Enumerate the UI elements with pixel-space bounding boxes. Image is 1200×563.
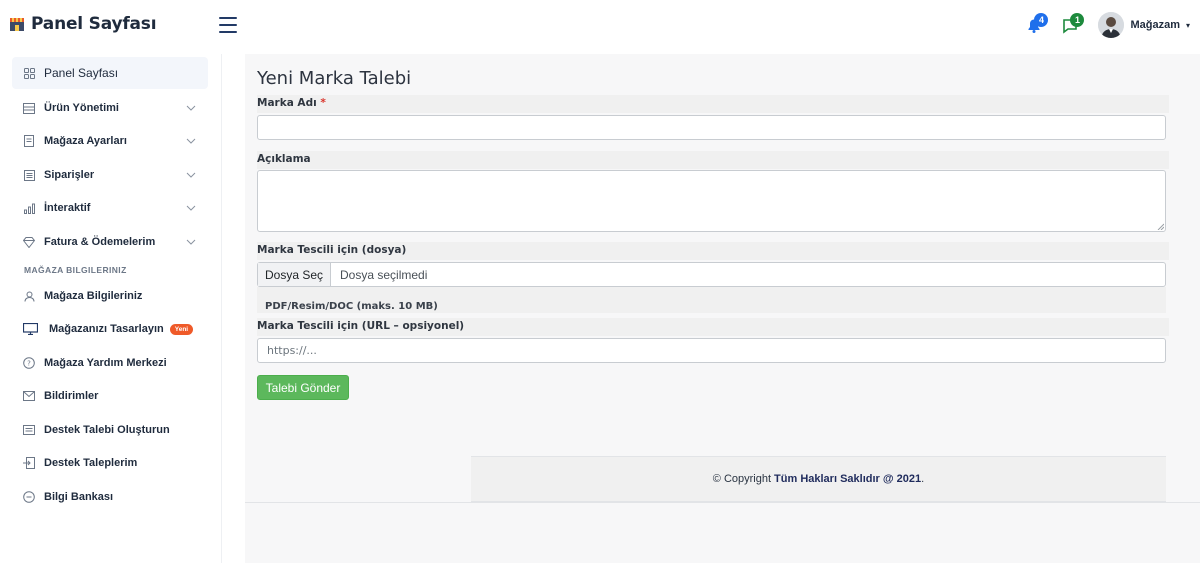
brand-name-label: Marka Adı * <box>257 95 1169 113</box>
svg-text:?: ? <box>27 360 31 368</box>
sidebar-item-label: Destek Taleplerim <box>44 457 138 469</box>
sidebar-item-interactive[interactable]: İnteraktif <box>12 192 208 224</box>
brand[interactable]: Panel Sayfası <box>9 14 157 34</box>
store-icon <box>10 18 24 31</box>
avatar <box>1098 12 1125 38</box>
sidebar-item-my-tickets[interactable]: Destek Taleplerim <box>12 447 208 479</box>
user-name: Mağazam <box>1130 19 1180 31</box>
chevron-down-icon <box>186 205 196 211</box>
monitor-icon <box>23 323 38 335</box>
sidebar-item-label: Mağaza Ayarları <box>44 135 127 147</box>
sidebar-item-label: Mağaza Yardım Merkezi <box>44 357 167 369</box>
brand-name-input[interactable] <box>257 115 1166 140</box>
notifications-count-badge: 4 <box>1034 13 1049 27</box>
sidebar-item-label: Mağazanızı Tasarlayın <box>49 323 164 335</box>
sidebar-item-label: Ürün Yönetimi <box>44 102 119 114</box>
page-title: Yeni Marka Talebi <box>257 68 412 89</box>
description-textarea[interactable] <box>257 170 1166 232</box>
sidebar-item-store-settings[interactable]: Mağaza Ayarları <box>12 125 208 157</box>
sidebar-item-store-info[interactable]: Mağaza Bilgileriniz <box>12 280 208 312</box>
sidebar-item-store-design[interactable]: Mağazanızı Tasarlayın Yeni <box>12 313 208 345</box>
sign-in-icon <box>23 457 35 469</box>
file-input[interactable]: Dosya Seç Dosya seçilmedi <box>257 262 1166 287</box>
choose-file-button[interactable]: Dosya Seç <box>258 263 331 286</box>
user-icon <box>23 290 35 302</box>
url-input[interactable]: https://... <box>257 338 1166 363</box>
mail-icon <box>23 390 35 402</box>
chevron-down-icon <box>186 138 196 144</box>
table-icon <box>23 102 35 114</box>
sidebar-item-label: Bilgi Bankası <box>44 491 114 503</box>
header-actions: 4 1 Mağazam ▾ <box>1026 12 1190 38</box>
top-bar: Panel Sayfası 4 1 Mağazam ▾ <box>0 0 1200 54</box>
sidebar-item-label: Destek Talebi Oluşturun <box>44 424 170 436</box>
sidebar-item-label: Bildirimler <box>44 390 99 402</box>
document-icon <box>23 135 35 147</box>
copyright-text: Tüm Hakları Saklıdır @ 2021 <box>774 473 922 485</box>
sidebar-item-label: İnteraktif <box>44 202 91 214</box>
sidebar-item-label: Panel Sayfası <box>44 66 119 80</box>
sidebar-item-orders[interactable]: Siparişler <box>12 159 208 191</box>
notifications-button[interactable]: 4 <box>1026 13 1049 36</box>
main-content: Yeni Marka Talebi Marka Adı * Açıklama M… <box>245 54 1200 563</box>
sidebar-item-create-ticket[interactable]: Destek Talebi Oluşturun <box>12 414 208 446</box>
url-label: Marka Tescili için (URL – opsiyonel) <box>257 318 1169 336</box>
sidebar-item-help-center[interactable]: ? Mağaza Yardım Merkezi <box>12 347 208 379</box>
new-badge: Yeni <box>169 323 194 335</box>
sidebar-item-label: Mağaza Bilgileriniz <box>44 290 143 302</box>
footer-divider <box>245 502 1200 503</box>
help-icon: ? <box>23 357 35 369</box>
bar-chart-icon <box>23 202 35 214</box>
description-label: Açıklama <box>257 151 1169 169</box>
chevron-down-icon <box>186 239 196 245</box>
required-marker: * <box>320 97 326 109</box>
resize-handle-icon[interactable] <box>1157 223 1164 230</box>
grid-icon <box>23 67 35 79</box>
copyright-prefix: © Copyright <box>712 473 772 485</box>
chevron-down-icon: ▾ <box>1185 20 1190 30</box>
submit-button[interactable]: Talebi Gönder <box>257 375 349 400</box>
list-icon <box>23 169 35 181</box>
file-status: Dosya seçilmedi <box>340 268 428 282</box>
sidebar-item-products[interactable]: Ürün Yönetimi <box>12 92 208 124</box>
minus-circle-icon <box>23 491 35 503</box>
sidebar-section-title: MAĞAZA BILGILERINIZ <box>24 265 127 275</box>
file-label: Marka Tescili için (dosya) <box>257 242 1169 260</box>
user-menu[interactable]: Mağazam ▾ <box>1098 12 1190 38</box>
diamond-icon <box>23 236 35 248</box>
chevron-down-icon <box>186 172 196 178</box>
sidebar-item-dashboard[interactable]: Panel Sayfası <box>12 57 208 89</box>
brand-name-label-text: Marka Adı <box>257 97 317 109</box>
messages-count-badge: 1 <box>1070 13 1085 27</box>
menu-toggle-button[interactable] <box>219 17 237 33</box>
sidebar-item-knowledge-base[interactable]: Bilgi Bankası <box>12 481 208 513</box>
sidebar-item-label: Siparişler <box>44 169 95 181</box>
sidebar-item-label: Fatura & Ödemelerim <box>44 236 156 248</box>
app-title: Panel Sayfası <box>31 14 157 34</box>
messages-button[interactable]: 1 <box>1062 13 1085 36</box>
file-hint: PDF/Resim/DOC (maks. 10 MB) <box>257 287 1166 313</box>
footer: © Copyright Tüm Hakları Saklıdır @ 2021 … <box>471 456 1166 502</box>
chevron-down-icon <box>186 105 196 111</box>
ticket-icon <box>23 424 35 436</box>
sidebar-item-notifications[interactable]: Bildirimler <box>12 380 208 412</box>
copyright-suffix: . <box>921 473 925 485</box>
sidebar: Panel Sayfası Ürün Yönetimi Mağaza Ayarl… <box>0 54 222 563</box>
sidebar-item-billing[interactable]: Fatura & Ödemelerim <box>12 226 208 258</box>
